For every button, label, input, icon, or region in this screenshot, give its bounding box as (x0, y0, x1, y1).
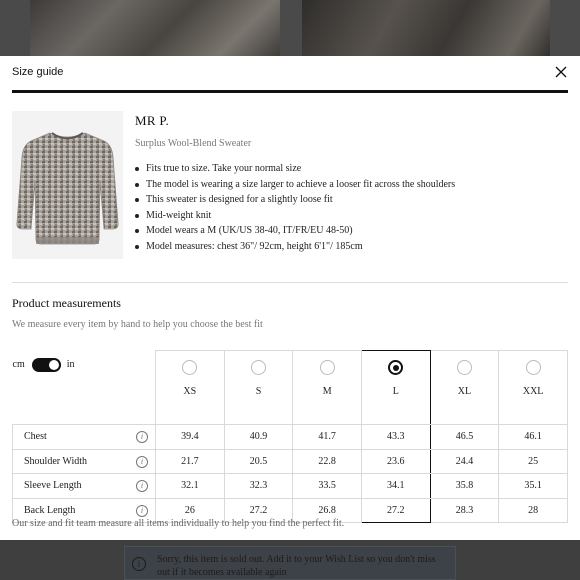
info-icon[interactable]: i (136, 504, 148, 517)
row-label-sleeve-length: Sleeve Length i (12, 473, 156, 499)
fit-note: Fits true to size. Take your normal size (135, 161, 455, 177)
table-cell: 28.3 (429, 497, 500, 523)
table-row: Chest i 39.4 40.9 41.7 43.3 46.5 46.1 (12, 424, 568, 450)
fit-note: Model measures: chest 36"/ 92cm, height … (135, 239, 455, 255)
size-option-l[interactable]: L (360, 350, 431, 425)
unit-toggle-cell: cm in (13, 351, 156, 425)
unit-toggle[interactable]: cm in (13, 357, 75, 372)
size-label: XXL (522, 386, 544, 397)
table-cell: 34.1 (360, 473, 431, 499)
table-cell: 35.8 (429, 473, 500, 499)
unit-switch-knob (48, 359, 59, 370)
size-label: M (322, 386, 332, 397)
fit-notes-list: Fits true to size. Take your normal size… (135, 161, 455, 255)
size-label: S (255, 386, 262, 397)
row-label-text: Back Length (24, 504, 76, 516)
row-label-shoulder-width: Shoulder Width i (12, 448, 156, 474)
size-option-xl[interactable]: XL (429, 350, 500, 425)
product-brand: MR P. (135, 113, 170, 128)
product-name: Surplus Wool-Blend Sweater (135, 138, 252, 149)
background-product-images (0, 0, 580, 56)
info-icon[interactable]: i (136, 455, 148, 468)
modal-header: Size guide (0, 56, 580, 90)
table-cell: 21.7 (155, 448, 225, 474)
radio-selected-icon[interactable] (388, 360, 404, 375)
table-row: Shoulder Width i 21.7 20.5 22.8 23.6 24.4… (12, 448, 568, 474)
row-label-text: Shoulder Width (24, 455, 88, 467)
product-thumbnail (12, 111, 123, 259)
sold-out-message: Sorry, this item is sold out. Add it to … (157, 554, 436, 578)
table-cell: 24.4 (429, 448, 500, 474)
radio-icon[interactable] (250, 360, 266, 375)
sold-out-notice: i Sorry, this item is sold out. Add it t… (124, 546, 456, 580)
table-cell: 27.2 (360, 497, 431, 523)
modal-title: Size guide (12, 66, 64, 78)
size-label: L (392, 386, 399, 397)
measurement-footer-note: Our size and fit team measure all items … (12, 518, 345, 529)
table-cell: 32.1 (155, 473, 225, 499)
unit-in-label[interactable]: in (67, 359, 75, 370)
info-icon: i (132, 557, 146, 571)
table-cell: 23.6 (360, 448, 431, 474)
table-cell: 35.1 (498, 473, 568, 499)
size-option-s[interactable]: S (223, 350, 294, 425)
product-image-left (30, 0, 280, 56)
table-cell: 46.5 (429, 424, 500, 450)
size-option-xs[interactable]: XS (155, 350, 225, 425)
close-icon[interactable] (554, 65, 568, 79)
row-label-text: Sleeve Length (24, 480, 82, 492)
size-table: cm in XS S M L XL XXL Chest i 39.4 40.9 4… (12, 350, 568, 523)
title-divider (12, 90, 568, 93)
table-cell: 33.5 (292, 473, 362, 499)
info-icon[interactable]: i (136, 431, 148, 443)
section-divider (12, 282, 568, 283)
info-icon[interactable]: i (136, 480, 148, 492)
size-option-xxl[interactable]: XXL (498, 350, 568, 425)
measurements-title: Product measurements (12, 296, 121, 310)
product-summary: MR P. Surplus Wool-Blend Sweater Fits tr… (12, 111, 568, 261)
measurements-subtitle: We measure every item by hand to help yo… (12, 319, 263, 330)
table-cell: 20.5 (223, 448, 294, 474)
row-label-chest: Chest i (12, 424, 156, 450)
sweater-image (16, 132, 119, 245)
table-cell: 22.8 (292, 448, 362, 474)
size-label: XS (183, 386, 197, 397)
table-cell: 46.1 (498, 424, 568, 450)
size-option-m[interactable]: M (292, 350, 362, 425)
radio-icon[interactable] (456, 360, 472, 375)
table-cell: 41.7 (292, 424, 362, 450)
radio-icon[interactable] (182, 360, 198, 375)
size-label: XL (457, 386, 472, 397)
size-header-row: cm in XS S M L XL XXL (13, 350, 568, 425)
unit-cm-label[interactable]: cm (13, 359, 25, 370)
product-image-right (302, 0, 550, 56)
radio-icon[interactable] (525, 360, 541, 375)
table-cell: 28 (498, 497, 568, 523)
unit-switch[interactable] (31, 357, 61, 372)
radio-icon[interactable] (319, 360, 335, 375)
table-cell: 39.4 (155, 424, 225, 450)
fit-note: This sweater is designed for a slightly … (135, 192, 455, 208)
table-cell: 43.3 (360, 424, 431, 450)
fit-note: Model wears a M (UK/US 38-40, IT/FR/EU 4… (135, 223, 455, 239)
sold-out-bar: i Sorry, this item is sold out. Add it t… (0, 540, 580, 580)
row-label-text: Chest (24, 431, 47, 443)
table-cell: 25 (498, 448, 568, 474)
size-guide-modal: Size guide MR P. Surplus Wool-Blend Swea… (0, 56, 580, 540)
fit-note: Mid-weight knit (135, 208, 455, 224)
fit-note: The model is wearing a size larger to ac… (135, 177, 455, 193)
table-row: Sleeve Length i 32.1 32.3 33.5 34.1 35.8 … (12, 473, 568, 499)
table-cell: 32.3 (223, 473, 294, 499)
table-cell: 40.9 (223, 424, 294, 450)
